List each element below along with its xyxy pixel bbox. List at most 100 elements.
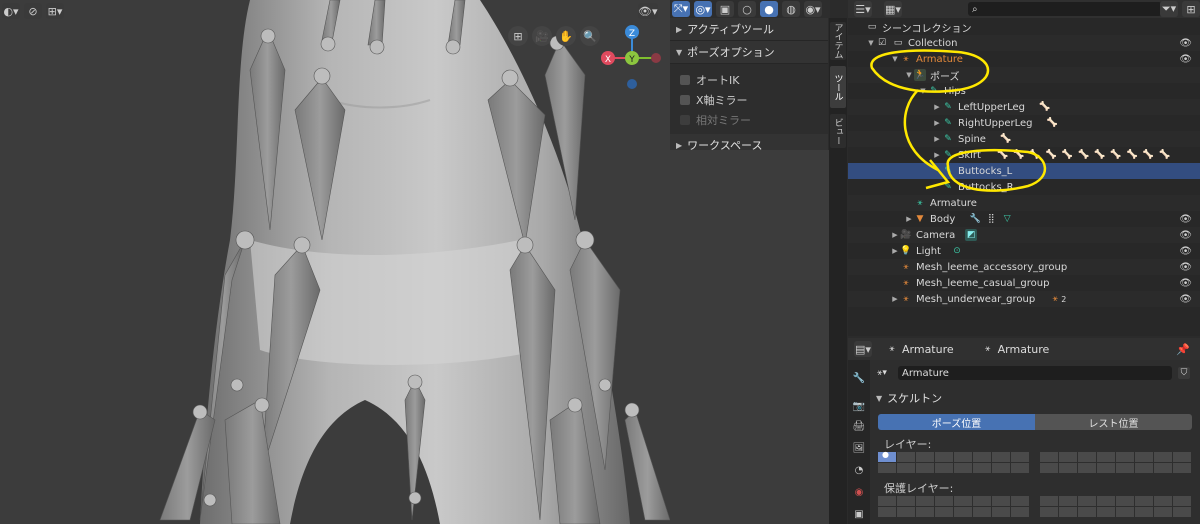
render-tab-icon[interactable]: 📷 <box>851 398 867 414</box>
breadcrumb-object: Armature <box>902 342 954 356</box>
layers-label: レイヤー: <box>884 438 932 451</box>
eye-icon[interactable]: 👁 <box>1179 38 1192 49</box>
layers-grid-left[interactable]: ● <box>878 450 1029 473</box>
viewport-scene <box>159 0 670 524</box>
output-tab-icon[interactable]: 🖨 <box>851 418 867 434</box>
properties-editor: ▤▾ ⚹ Armature ⚹ Armature 📌 🔧 📷 🖨 🖼 ◔ ◉ ▣… <box>848 338 1200 524</box>
option-x-mirror[interactable]: X軸ミラー <box>670 90 828 110</box>
option-relative-mirror[interactable]: 相対ミラー <box>670 110 828 130</box>
list-item[interactable]: ▶ ⚹ Mesh_underwear_group ⚹ 2 👁 <box>848 291 1200 307</box>
list-item[interactable]: ⚹ Mesh_leeme_accessory_group 👁 <box>848 259 1200 275</box>
wireframe-shading-icon[interactable]: ○ <box>738 1 756 17</box>
armature-data-icon[interactable]: ⚹▾ <box>876 367 888 379</box>
yellow-annotation <box>870 49 1047 192</box>
outliner-header: ☰▾ ▦▾ ⌕ ⏷▾ ⊞ <box>848 0 1200 18</box>
proportional-edit-icon[interactable]: ⊘ <box>24 3 42 19</box>
eye-icon[interactable]: 👁 <box>1179 214 1192 225</box>
overlay-icon[interactable]: ◎▾ <box>694 1 712 17</box>
checkbox[interactable] <box>680 115 690 125</box>
armature-child-icon: ⚹ <box>1052 294 1058 304</box>
datablock-name-field[interactable]: Armature <box>898 366 1172 380</box>
option-auto-ik[interactable]: オートIK <box>670 70 828 90</box>
light-data-icon: ⊙ <box>953 246 961 256</box>
viewport-continued[interactable] <box>670 150 830 524</box>
vertex-groups-icon: ⣿ <box>987 214 995 224</box>
pin-icon[interactable]: 📌 <box>1176 343 1190 356</box>
rest-position-button[interactable]: レスト位置 <box>1035 414 1192 430</box>
checkbox[interactable] <box>680 95 690 105</box>
filter-icon[interactable]: ⏷▾ <box>1160 1 1178 17</box>
tab-tool[interactable]: ツール <box>830 66 846 108</box>
material-shading-icon[interactable]: ◍ <box>782 1 800 17</box>
eye-icon[interactable]: 👁 <box>1179 54 1192 65</box>
new-collection-icon[interactable]: ⊞ <box>1182 1 1200 17</box>
rendered-shading-icon[interactable]: ◉▾ <box>804 1 822 17</box>
3d-viewport[interactable]: ◐▾ ⊘ ⊞▾ 👁▾ ⊞ 🎥 ✋ 🔍 Z X Y <box>0 0 670 524</box>
list-item[interactable]: ▶ ▼ Body 🔧 ⣿ ▽ 👁 <box>848 211 1200 227</box>
zoom-icon[interactable]: 🔍 <box>580 26 600 46</box>
protected-layers-grid-right[interactable] <box>1040 496 1191 517</box>
eye-icon[interactable]: 👁 <box>1179 246 1192 257</box>
protected-layers-label: 保護レイヤー: <box>884 482 954 495</box>
outliner-search-input[interactable]: ⌕ <box>968 2 1162 16</box>
armature-object-icon: ⚹ <box>903 278 909 288</box>
empty-row <box>848 307 1200 323</box>
viewport-header-left: ◐▾ ⊘ ⊞▾ <box>2 1 64 21</box>
list-item[interactable]: ⚹ Mesh_leeme_casual_group 👁 <box>848 275 1200 291</box>
mesh-data-icon: ▽ <box>1003 214 1011 224</box>
snap-icon[interactable]: ⊞▾ <box>46 3 64 19</box>
eye-icon[interactable]: 👁 <box>1179 262 1192 273</box>
gizmo-icon[interactable]: ⤧▾ <box>672 1 690 17</box>
collapsed-triangle-icon[interactable]: ▶ <box>890 231 900 239</box>
breadcrumb-data: Armature <box>997 342 1050 356</box>
scene-tab-icon[interactable]: ◔ <box>851 462 867 478</box>
tab-view[interactable]: ビュー <box>830 114 846 148</box>
view-eye-icon[interactable]: 👁▾ <box>638 3 658 19</box>
world-tab-icon[interactable]: ◉ <box>851 484 867 500</box>
collapsed-triangle-icon[interactable]: ▶ <box>904 215 914 223</box>
child-count-badge: 2 <box>1061 294 1067 304</box>
pose-position-button[interactable]: ポーズ位置 <box>878 414 1035 430</box>
object-tab-icon[interactable]: ▣ <box>851 506 867 522</box>
tab-item[interactable]: アイテム <box>830 22 846 60</box>
gizmo-x-label: X <box>605 55 611 65</box>
xray-icon[interactable]: ▣ <box>716 1 734 17</box>
editor-type-icon[interactable]: ☰▾ <box>854 1 872 17</box>
eye-icon[interactable]: 👁 <box>1179 230 1192 241</box>
solid-shading-icon[interactable]: ● <box>760 1 778 17</box>
protected-layers-grid-left[interactable] <box>878 496 1029 517</box>
checkbox[interactable] <box>680 75 690 85</box>
grid-icon[interactable]: ⊞ <box>508 26 528 46</box>
list-item[interactable]: ▭ シーンコレクション <box>848 19 1200 35</box>
sidebar-tool-panel: ▶ アクティブツール ▼ ポーズオプション オートIK X軸ミラー 相対ミラー ▶ ワ… <box>670 18 828 157</box>
scene-collection-icon: ▭ <box>867 22 877 32</box>
camera-icon[interactable]: 🎥 <box>532 26 552 46</box>
collapsed-triangle-icon[interactable]: ▶ <box>890 247 900 255</box>
armature-object-icon: ⚹ <box>903 294 909 304</box>
list-item[interactable]: ▶ 💡 Light ⊙ 👁 <box>848 243 1200 259</box>
layers-grid-right[interactable] <box>1040 452 1191 473</box>
light-object-icon: 💡 <box>900 246 912 256</box>
tool-tab-icon[interactable]: 🔧 <box>851 370 867 386</box>
camera-object-icon: 🎥 <box>900 230 912 240</box>
fake-user-shield-icon[interactable]: ⛉ <box>1178 367 1190 379</box>
datablock-row: ⚹▾ Armature ⛉ <box>876 366 1194 380</box>
editor-type-icon[interactable]: ▤▾ <box>854 341 872 357</box>
eye-icon[interactable]: 👁 <box>1179 278 1192 289</box>
hand-icon[interactable]: ✋ <box>556 26 576 46</box>
view-layer-tab-icon[interactable]: 🖼 <box>851 440 867 456</box>
display-mode-icon[interactable]: ▦▾ <box>884 1 902 17</box>
viewport-header-right: 👁▾ <box>638 1 658 21</box>
section-pose-options[interactable]: ▼ ポーズオプション <box>670 41 828 64</box>
display-mode-icon[interactable]: ◐▾ <box>2 3 20 19</box>
eye-icon[interactable]: 👁 <box>1179 294 1192 305</box>
gizmo-z-label: Z <box>629 29 635 39</box>
axis-gizmo[interactable]: Z X Y <box>598 22 670 92</box>
collapsed-triangle-icon: ▶ <box>676 140 683 150</box>
section-skeleton[interactable]: ▼ スケルトン <box>876 390 942 406</box>
collapsed-triangle-icon[interactable]: ▶ <box>890 295 900 303</box>
expanded-triangle-icon: ▼ <box>676 47 683 57</box>
armature-data-icon: ⚹ <box>984 344 991 354</box>
list-item[interactable]: ▶ 🎥 Camera ◩ 👁 <box>848 227 1200 243</box>
section-active-tool[interactable]: ▶ アクティブツール <box>670 18 828 41</box>
